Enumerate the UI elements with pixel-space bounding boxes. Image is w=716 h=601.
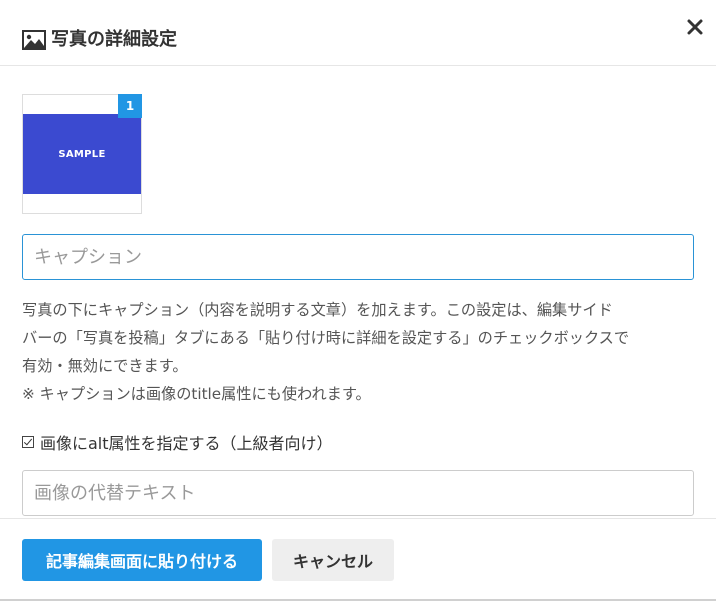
help-line: バーの「写真を投稿」タブにある「貼り付け時に詳細を設定する」のチェックボックスで (22, 329, 630, 347)
dialog-footer: 記事編集画面に貼り付ける キャンセル (0, 518, 716, 601)
dialog-header: 写真の詳細設定 (0, 0, 716, 66)
dialog-body: SAMPLE 1 写真の下にキャプション（内容を説明する文章）を加えます。この設… (0, 66, 716, 518)
image-icon (22, 30, 46, 50)
close-icon[interactable] (682, 14, 708, 40)
photo-thumbnail[interactable]: SAMPLE 1 (22, 94, 142, 214)
cancel-button[interactable]: キャンセル (272, 539, 394, 581)
help-line: 有効・無効にできます。 (22, 357, 188, 375)
caption-help-text: 写真の下にキャプション（内容を説明する文章）を加えます。この設定は、編集サイド … (22, 296, 706, 408)
dialog-title: 写真の詳細設定 (51, 29, 177, 50)
insert-into-article-button[interactable]: 記事編集画面に貼り付ける (22, 539, 262, 581)
selection-badge: 1 (118, 94, 142, 118)
alt-checkbox[interactable] (22, 436, 34, 448)
alt-text-input[interactable] (22, 470, 694, 516)
alt-attribute-toggle[interactable]: 画像にalt属性を指定する（上級者向け） (22, 431, 333, 453)
alt-checkbox-label: 画像にalt属性を指定する（上級者向け） (40, 434, 333, 453)
help-line: 写真の下にキャプション（内容を説明する文章）を加えます。この設定は、編集サイド (22, 301, 613, 319)
help-line: ※ キャプションは画像のtitle属性にも使われます。 (22, 385, 371, 403)
photo-detail-dialog: 写真の詳細設定 SAMPLE 1 写真の下にキャプション（内容を説明する文章）を… (0, 0, 716, 601)
thumbnail-image: SAMPLE (23, 114, 141, 194)
caption-input[interactable] (22, 234, 694, 280)
